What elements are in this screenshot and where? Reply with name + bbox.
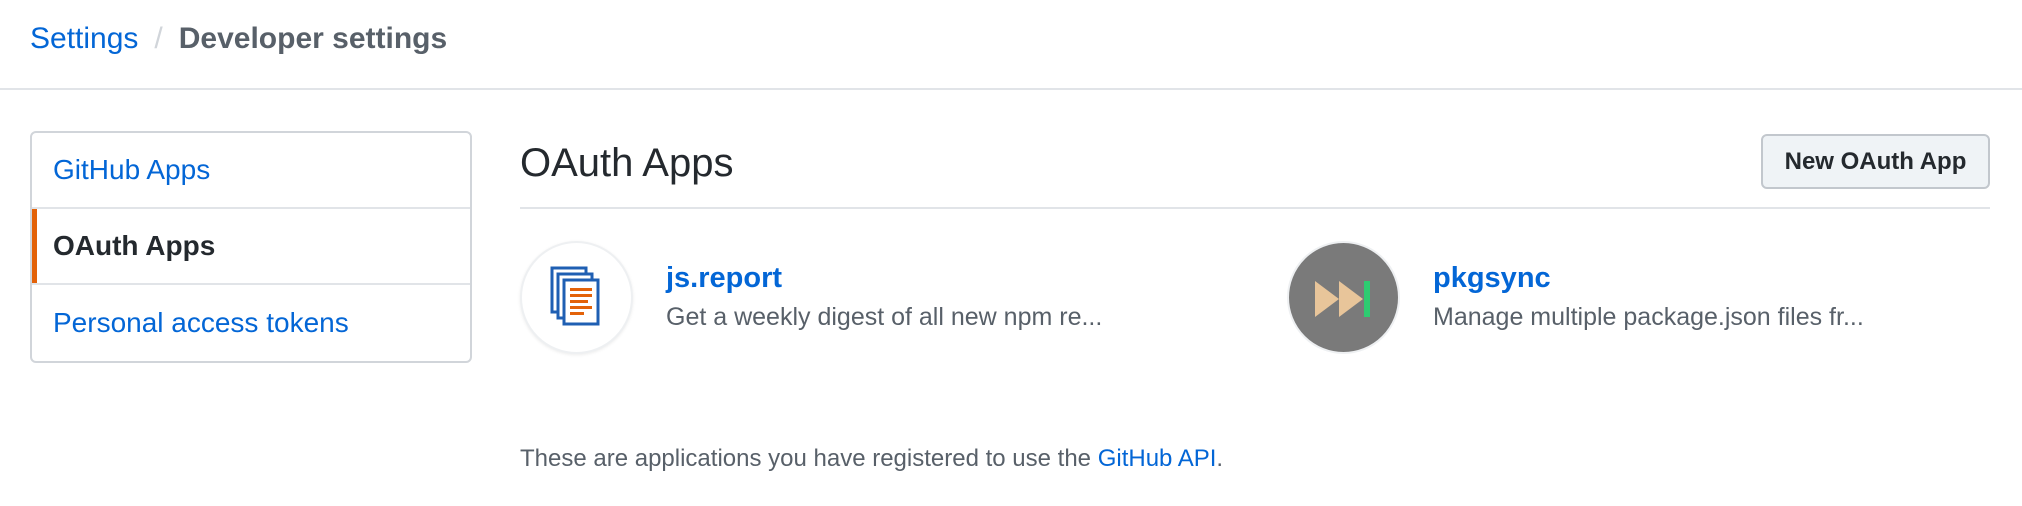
breadcrumb-separator: / (154, 22, 163, 55)
title-divider (520, 207, 1990, 209)
footer-text: These are applications you have register… (520, 445, 1098, 472)
sidebar-item-label: GitHub Apps (53, 154, 211, 185)
sidebar-item-label: Personal access tokens (53, 307, 349, 338)
breadcrumb-settings-link[interactable]: Settings (30, 20, 138, 58)
app-description: Manage multiple package.json files fr... (1433, 303, 1864, 331)
sidebar-item-oauth-apps[interactable]: OAuth Apps (32, 209, 470, 285)
page-title: OAuth Apps (520, 141, 734, 185)
sidebar-menu: GitHub Apps OAuth Apps Personal access t… (30, 131, 472, 363)
app-avatar[interactable] (1287, 241, 1400, 354)
page-header: Settings / Developer settings (0, 0, 2022, 90)
footer-period: . (1216, 445, 1224, 472)
breadcrumb: Settings / Developer settings (30, 20, 447, 58)
app-avatar[interactable] (520, 241, 633, 354)
app-description: Get a weekly digest of all new npm re... (666, 303, 1103, 331)
breadcrumb-current: Developer settings (178, 22, 448, 55)
new-oauth-app-button[interactable]: New OAuth App (1761, 134, 1990, 189)
app-card-pkgsync: pkgsync Manage multiple package.json fil… (1287, 241, 1987, 355)
fast-forward-icon (1315, 281, 1370, 317)
app-card-js-report: js.report Get a weekly digest of all new… (520, 241, 1220, 355)
sidebar-item-github-apps[interactable]: GitHub Apps (32, 133, 470, 209)
app-name-link[interactable]: pkgsync (1433, 261, 1551, 295)
sidebar-item-personal-access-tokens[interactable]: Personal access tokens (32, 285, 470, 361)
document-stack-icon (550, 266, 600, 326)
sidebar-item-label: OAuth Apps (53, 230, 216, 261)
footer-note: These are applications you have register… (520, 443, 1223, 475)
app-name-link[interactable]: js.report (666, 261, 782, 295)
github-api-link[interactable]: GitHub API (1098, 445, 1217, 472)
